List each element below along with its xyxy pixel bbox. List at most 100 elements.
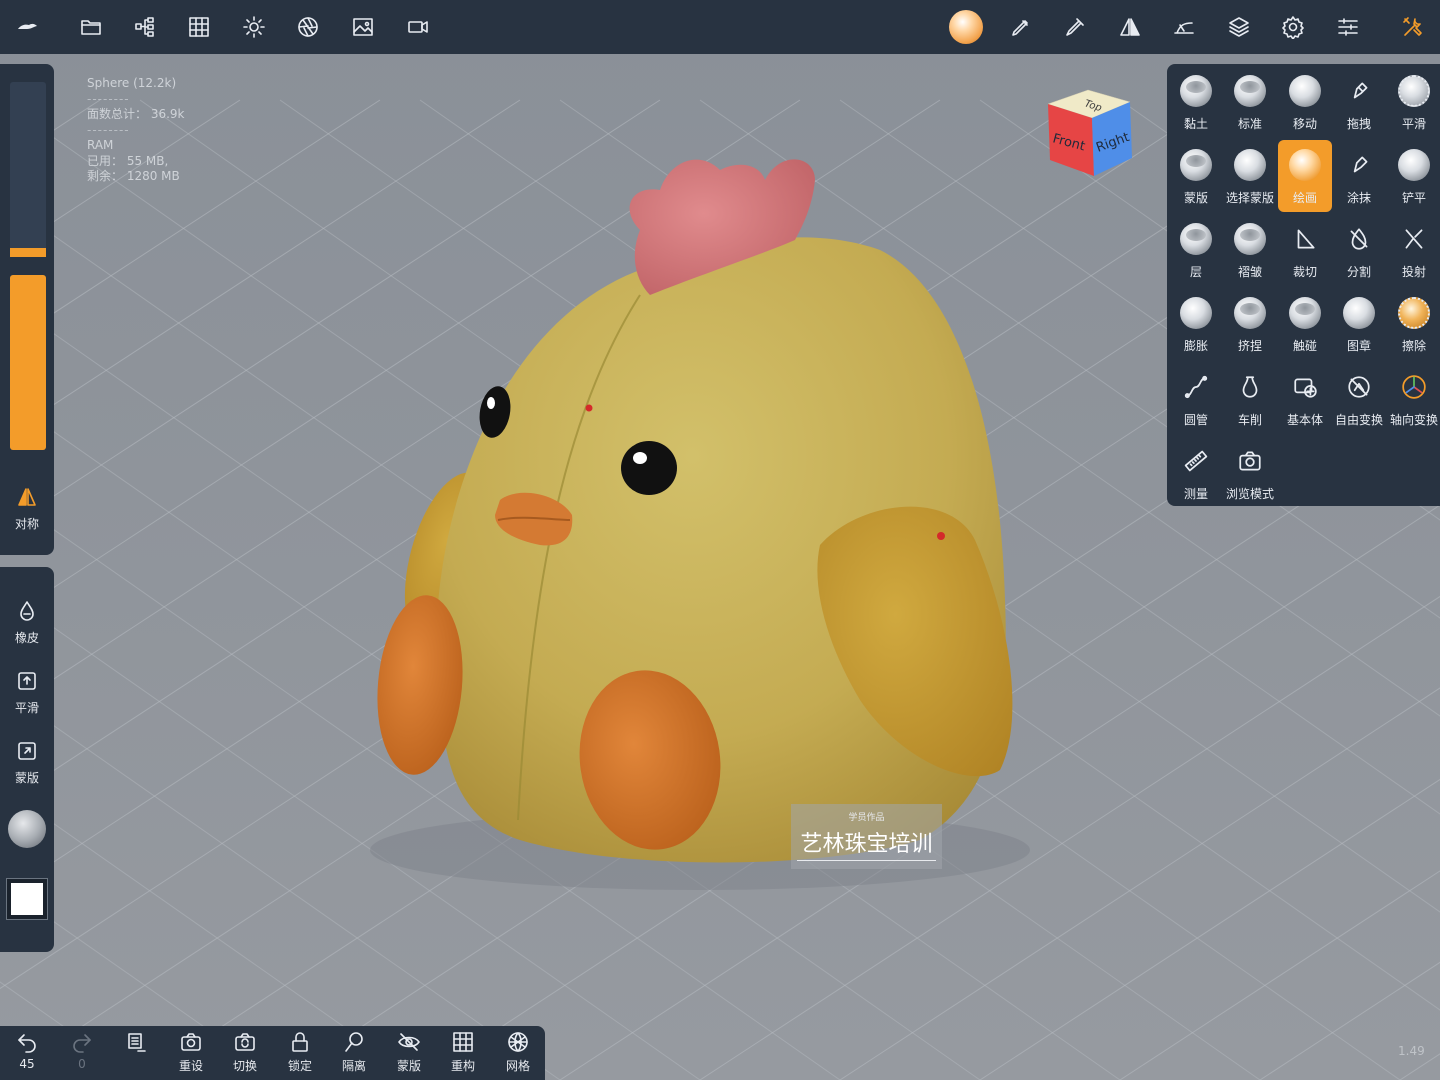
paint-icon: [1288, 148, 1322, 182]
tool-select-mask[interactable]: 选择蒙版: [1223, 140, 1277, 212]
eraser-label: 橡皮: [14, 631, 39, 645]
wireframe-button[interactable]: 网格: [491, 1030, 545, 1080]
symmetry-button[interactable]: [1103, 0, 1157, 54]
ram-free: 剩余： 1280 MB: [87, 169, 180, 183]
tool-erase[interactable]: 擦除: [1387, 288, 1440, 360]
background-button[interactable]: [336, 0, 390, 54]
lock-button[interactable]: 锁定: [273, 1030, 327, 1080]
eraser-button[interactable]: 橡皮: [0, 599, 54, 646]
tool-label: 移动: [1292, 117, 1317, 131]
reset-label: 重设: [178, 1059, 203, 1073]
tool-drag[interactable]: 拖拽: [1332, 66, 1386, 138]
material-ball-icon: [949, 10, 983, 44]
view-cube[interactable]: Top Front Right: [1040, 86, 1136, 182]
switch-view-button[interactable]: 切换: [218, 1030, 272, 1080]
settings-button[interactable]: [1266, 0, 1320, 54]
topology-button[interactable]: [172, 0, 226, 54]
tool-inflate[interactable]: 膨胀: [1169, 288, 1223, 360]
tool-label: 平滑: [1401, 117, 1426, 131]
tool-lathe[interactable]: 车削: [1223, 362, 1277, 434]
standard-icon: [1233, 74, 1267, 108]
app-logo-button[interactable]: [0, 0, 54, 54]
interface-settings-button[interactable]: [1321, 0, 1375, 54]
matcap-ball[interactable]: [8, 810, 46, 848]
undo-button[interactable]: 45: [0, 1030, 54, 1080]
tool-flatten[interactable]: 铲平: [1387, 140, 1440, 212]
tool-label: 自由变换: [1334, 413, 1383, 427]
eyedropper-icon: [1066, 18, 1084, 36]
left-eye-highlight: [487, 397, 495, 409]
tool-smooth[interactable]: 平滑: [1387, 66, 1440, 138]
wireframe-sphere-icon: [508, 1032, 528, 1052]
tool-tube[interactable]: 圆管: [1169, 362, 1223, 434]
brush-settings-button[interactable]: [994, 0, 1048, 54]
tool-smudge[interactable]: 涂抹: [1332, 140, 1386, 212]
smooth-button[interactable]: 平滑: [0, 669, 54, 716]
tool-paint[interactable]: 绘画: [1278, 140, 1332, 212]
tool-move[interactable]: 移动: [1278, 66, 1332, 138]
tool-label: 蒙版: [1183, 191, 1208, 205]
history-button[interactable]: [109, 1030, 163, 1080]
tool-label: 轴向变换: [1389, 413, 1438, 427]
camera-switch-icon: [235, 1033, 255, 1051]
select-mask-icon: [1233, 148, 1267, 182]
sculpt-tools-panel: 黏土 标准 移动 拖拽 平滑蒙版 选择蒙版 绘画 涂抹 铲平层 褶皱 裁切 分割 投射膨胀 挤捏 触碰 图章 擦…: [1167, 64, 1440, 506]
shading-icon: [298, 17, 318, 37]
remesh-button[interactable]: 重构: [436, 1030, 490, 1080]
watermark-subtitle: 学员作品: [848, 813, 885, 823]
mask-button[interactable]: 蒙版: [0, 739, 54, 786]
tool-clay[interactable]: 黏土: [1169, 66, 1223, 138]
bottom-toolbar: 45 0 重设 切换 锁定 隔离 蒙版 重构 网格: [0, 1026, 545, 1080]
tool-free-transform[interactable]: 自由变换: [1332, 362, 1386, 434]
grid-icon: [189, 17, 209, 37]
tool-layer[interactable]: 层: [1169, 214, 1223, 286]
falloff-icon: [1174, 22, 1194, 34]
sun-icon: [243, 16, 265, 38]
tool-measure[interactable]: 测量: [1169, 436, 1223, 508]
tool-gizmo[interactable]: 轴向变换: [1387, 362, 1440, 434]
files-button[interactable]: [64, 0, 118, 54]
primitive-icon: [1288, 370, 1322, 404]
tool-label: 分割: [1346, 265, 1371, 279]
tool-crease[interactable]: 褶皱: [1223, 214, 1277, 286]
color-swatch[interactable]: [6, 878, 48, 920]
tool-split[interactable]: 分割: [1332, 214, 1386, 286]
material-button[interactable]: [281, 0, 335, 54]
isolate-button[interactable]: 隔离: [327, 1030, 381, 1080]
tools-toggle-button[interactable]: [1386, 0, 1440, 54]
sliders-icon: [1338, 18, 1358, 36]
grid-icon: [453, 1032, 473, 1052]
reset-view-button[interactable]: 重设: [164, 1030, 218, 1080]
tools-icon: [1403, 17, 1422, 36]
scene-button[interactable]: [118, 0, 172, 54]
smooth-box-icon: [18, 672, 36, 690]
tool-tube-touch[interactable]: 触碰: [1278, 288, 1332, 360]
tool-project[interactable]: 投射: [1387, 214, 1440, 286]
symmetry-toggle[interactable]: 对称: [0, 485, 54, 532]
symmetry-label: 对称: [14, 517, 39, 531]
stroke-button[interactable]: [1048, 0, 1102, 54]
tool-standard[interactable]: 标准: [1223, 66, 1277, 138]
redo-button[interactable]: 0: [55, 1030, 109, 1080]
tool-label: 车削: [1237, 413, 1262, 427]
mask-visibility-button[interactable]: 蒙版: [382, 1030, 436, 1080]
material-ball-button[interactable]: [939, 0, 993, 54]
intensity-slider[interactable]: [10, 275, 46, 450]
mask-visibility-label: 蒙版: [396, 1059, 421, 1073]
top-toolbar: [0, 0, 1440, 54]
tool-mask[interactable]: 蒙版: [1169, 140, 1223, 212]
tool-pinch[interactable]: 挤捏: [1223, 288, 1277, 360]
nomad-logo-icon: [18, 23, 37, 29]
tool-label: 挤捏: [1237, 339, 1262, 353]
falloff-button[interactable]: [1157, 0, 1211, 54]
tool-label: 膨胀: [1183, 339, 1208, 353]
tool-primitive[interactable]: 基本体: [1278, 362, 1332, 434]
tool-camera[interactable]: 浏览模式: [1223, 436, 1277, 508]
camera-button[interactable]: [391, 0, 445, 54]
tool-stamp[interactable]: 图章: [1332, 288, 1386, 360]
tool-trim[interactable]: 裁切: [1278, 214, 1332, 286]
layers-button[interactable]: [1212, 0, 1266, 54]
symmetry-icon: [1120, 18, 1140, 36]
lighting-button[interactable]: [227, 0, 281, 54]
radius-slider[interactable]: [10, 82, 46, 257]
